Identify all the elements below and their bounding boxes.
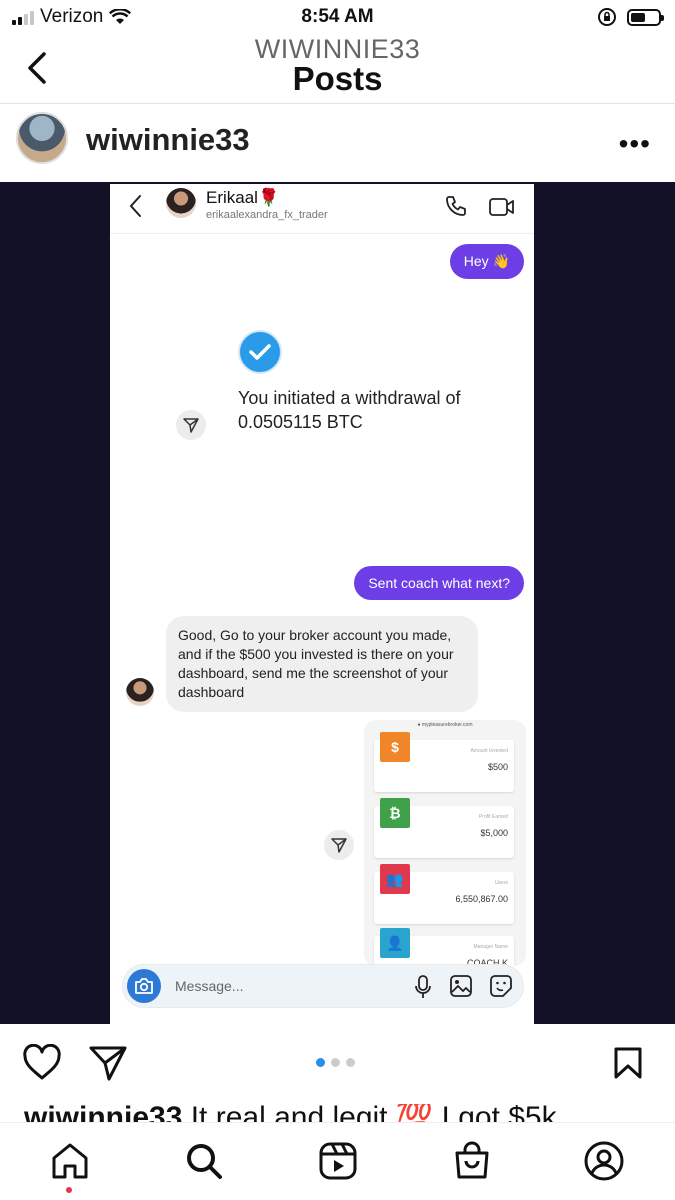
bookmark-icon[interactable] — [613, 1046, 643, 1080]
dashboard-card: $ Amount Invested $500 — [374, 732, 514, 792]
dm-contact-name: Erikaal🌹 — [206, 188, 280, 207]
dashboard-card: 👤 Manager Name COACH K — [374, 928, 514, 966]
phone-icon — [446, 196, 466, 216]
tab-profile[interactable] — [582, 1139, 626, 1183]
home-icon — [52, 1143, 88, 1179]
user-icon: 👤 — [380, 928, 410, 958]
tab-reels[interactable] — [316, 1139, 360, 1183]
clock: 8:54 AM — [301, 6, 374, 27]
users-icon: 👥 — [380, 864, 410, 894]
dollar-icon: $ — [380, 732, 410, 762]
search-icon — [187, 1144, 222, 1179]
post-avatar[interactable] — [16, 112, 68, 164]
rotation-lock-icon — [598, 8, 616, 26]
dashboard-url: ● mypleasurebroker.com — [417, 722, 473, 728]
profile-icon — [584, 1141, 624, 1181]
microphone-icon — [415, 975, 431, 998]
gallery-icon — [450, 975, 472, 997]
card-value: 6,550,867.00 — [455, 894, 508, 904]
more-options-icon[interactable]: ••• — [619, 128, 651, 160]
card-label: Users — [494, 880, 508, 886]
dashboard-screenshot: ● mypleasurebroker.com $ Amount Invested… — [364, 720, 526, 966]
dashboard-card: ₿ Profit Earned $5,000 — [374, 798, 514, 858]
bottom-tab-bar — [0, 1122, 675, 1200]
card-value: $5,000 — [480, 828, 508, 838]
dm-screenshot: Erikaal🌹 erikaalexandra_fx_trader Hey 👋 … — [110, 184, 534, 1024]
card-label: Amount Invested — [470, 748, 508, 754]
bitcoin-icon: ₿ — [380, 798, 410, 828]
card-value: $500 — [487, 762, 508, 772]
video-call-icon — [489, 198, 514, 216]
tab-search[interactable] — [182, 1139, 226, 1183]
dashboard-card: 👥 Users 6,550,867.00 — [374, 864, 514, 924]
withdrawal-text: You initiated a withdrawal of 0.0505115 … — [238, 388, 461, 432]
post-username[interactable]: wiwinnie33 — [86, 122, 250, 158]
share-arrow-icon — [324, 830, 354, 860]
post-image[interactable]: Erikaal🌹 erikaalexandra_fx_trader Hey 👋 … — [0, 182, 675, 1024]
carousel-indicator — [316, 1058, 355, 1067]
sticker-icon — [490, 975, 512, 997]
dm-avatar — [166, 188, 196, 218]
tab-home[interactable] — [48, 1139, 92, 1183]
dm-avatar-small — [126, 678, 154, 706]
status-bar: Verizon 8:54 AM — [0, 0, 675, 34]
dm-contact-handle: erikaalexandra_fx_trader — [206, 209, 328, 221]
page-title: Posts — [292, 60, 383, 97]
verified-check-icon — [238, 330, 282, 374]
message-bubble-out: Sent coach what next? — [354, 566, 524, 600]
camera-icon — [127, 969, 161, 1003]
battery-icon — [627, 8, 664, 26]
tab-shop[interactable] — [450, 1139, 494, 1183]
shop-icon — [455, 1141, 489, 1179]
heart-icon[interactable] — [22, 1044, 62, 1082]
message-placeholder: Message... — [175, 978, 244, 994]
post-actions — [0, 1024, 675, 1104]
dm-header: Erikaal🌹 erikaalexandra_fx_trader — [110, 184, 534, 234]
message-bubble-in: Good, Go to your broker account you made… — [166, 616, 478, 712]
notification-dot — [66, 1187, 72, 1193]
card-label: Profit Earned — [478, 814, 508, 820]
carousel-dot — [346, 1058, 355, 1067]
send-icon[interactable] — [88, 1044, 128, 1082]
dm-back-icon — [129, 195, 141, 217]
card-label: Manager Name — [473, 944, 508, 950]
top-header: WIWINNIE33 Posts — [0, 34, 675, 104]
carousel-dot-active — [316, 1058, 325, 1067]
message-composer: Message... — [122, 964, 524, 1008]
share-arrow-icon — [176, 410, 206, 440]
post-header: wiwinnie33 ••• — [0, 104, 675, 182]
reels-icon — [319, 1142, 357, 1180]
message-bubble-out: Hey 👋 — [449, 244, 524, 279]
carousel-dot — [331, 1058, 340, 1067]
